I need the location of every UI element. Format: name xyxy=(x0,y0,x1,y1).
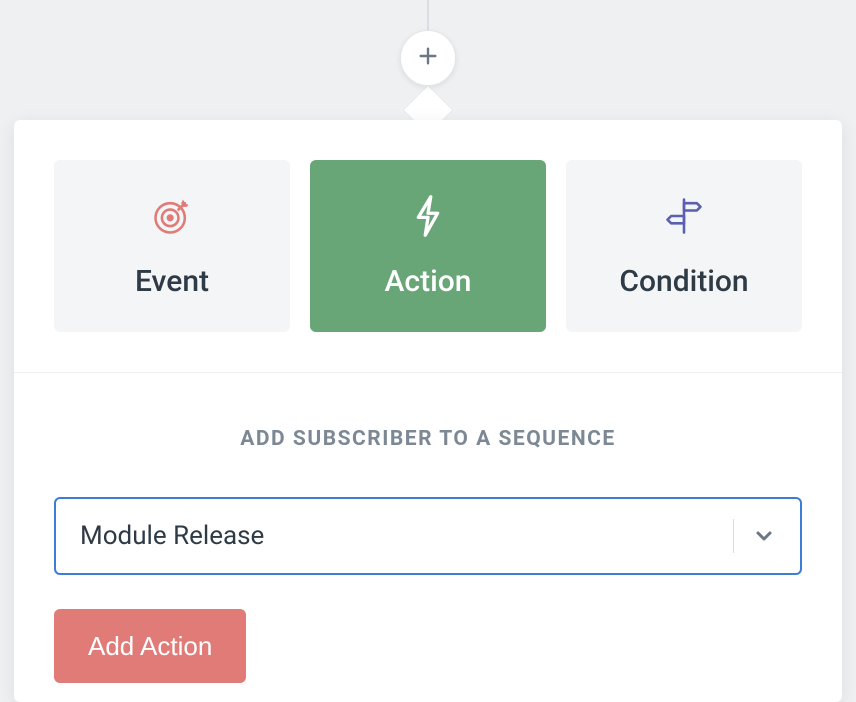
plus-icon xyxy=(417,45,439,71)
tab-condition-label: Condition xyxy=(619,264,748,299)
tab-action[interactable]: Action xyxy=(310,160,546,332)
tab-condition[interactable]: Condition xyxy=(566,160,802,332)
signpost-icon xyxy=(662,194,706,242)
sequence-select[interactable]: Module Release xyxy=(54,497,802,575)
automation-panel: Event Action Condition ADD SUBSCRIBER TO xyxy=(14,120,842,702)
add-action-button-label: Add Action xyxy=(88,631,212,662)
sequence-select-value: Module Release xyxy=(80,521,733,551)
add-action-button[interactable]: Add Action xyxy=(54,609,246,683)
select-divider xyxy=(733,519,734,553)
connector-line xyxy=(427,0,429,30)
tab-event[interactable]: Event xyxy=(54,160,290,332)
tab-action-label: Action xyxy=(385,264,472,299)
lightning-icon xyxy=(411,194,445,242)
form-area: ADD SUBSCRIBER TO A SEQUENCE Module Rele… xyxy=(14,373,842,683)
tab-row: Event Action Condition xyxy=(14,120,842,373)
chevron-down-icon xyxy=(752,524,776,548)
add-node-button[interactable] xyxy=(400,30,456,86)
form-title: ADD SUBSCRIBER TO A SEQUENCE xyxy=(54,427,802,451)
target-icon xyxy=(150,194,194,242)
tab-event-label: Event xyxy=(135,264,209,299)
